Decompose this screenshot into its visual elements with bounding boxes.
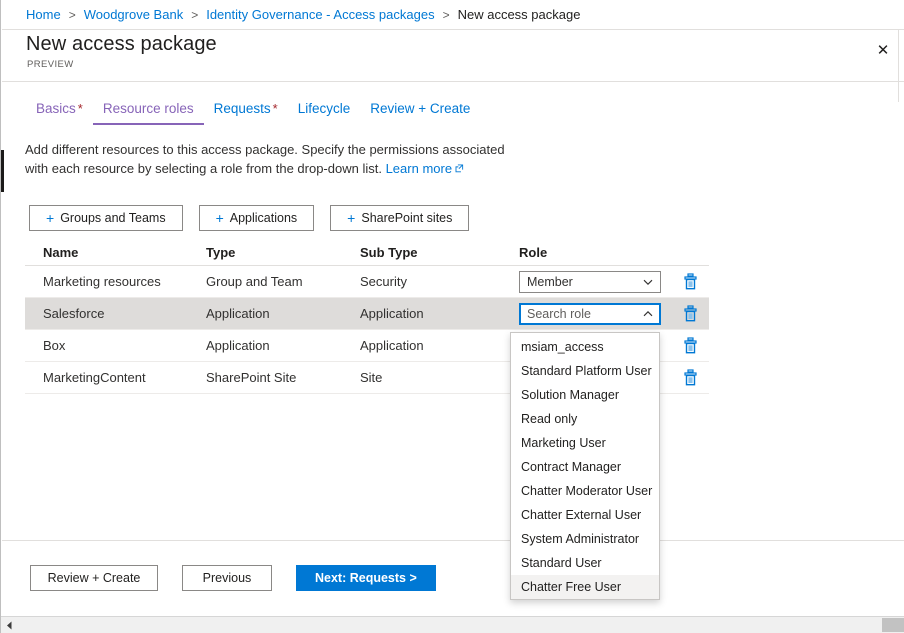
cell-sub-type: Application xyxy=(360,338,519,353)
caret-left-icon[interactable] xyxy=(1,617,18,633)
tab-resource-roles[interactable]: Resource roles xyxy=(93,99,204,125)
learn-more-label: Learn more xyxy=(386,161,452,176)
role-search-input-salesforce[interactable]: Search role xyxy=(519,303,661,325)
role-option-solution-manager[interactable]: Solution Manager xyxy=(511,383,659,407)
role-option-chatter-external-user[interactable]: Chatter External User xyxy=(511,503,659,527)
cell-type: Group and Team xyxy=(206,274,360,289)
role-select-marketing-resources[interactable]: Member xyxy=(519,271,661,293)
wizard-footer: Review + Create Previous Next: Requests … xyxy=(30,565,436,591)
add-sharepoint-sites-button[interactable]: + SharePoint sites xyxy=(330,205,469,231)
role-option-marketing-user[interactable]: Marketing User xyxy=(511,431,659,455)
chevron-up-icon[interactable] xyxy=(642,308,654,320)
role-dropdown-list: msiam_access Standard Platform User Solu… xyxy=(510,332,660,600)
column-header-sub-type: Sub Type xyxy=(360,245,519,260)
role-select-value: Member xyxy=(527,275,642,289)
footer-divider xyxy=(2,540,904,541)
role-option-read-only[interactable]: Read only xyxy=(511,407,659,431)
required-asterisk: * xyxy=(273,101,278,116)
cell-actions xyxy=(667,271,707,293)
tab-requests-label: Requests xyxy=(214,101,271,116)
table-header-row: Name Type Sub Type Role xyxy=(25,240,709,266)
section-description: Add different resources to this access p… xyxy=(25,140,505,178)
blade-edge-marker xyxy=(1,150,4,192)
plus-icon: + xyxy=(46,211,54,225)
table-row[interactable]: Marketing resources Group and Team Secur… xyxy=(25,266,709,298)
learn-more-link[interactable]: Learn more xyxy=(386,161,464,176)
breadcrumb-item-woodgrove-bank[interactable]: Woodgrove Bank xyxy=(84,7,184,22)
plus-icon: + xyxy=(216,211,224,225)
cell-role: Search role xyxy=(519,303,667,325)
access-package-blade: Home > Woodgrove Bank > Identity Governa… xyxy=(0,0,904,633)
tab-review-create-label: Review + Create xyxy=(370,101,470,116)
add-applications-button[interactable]: + Applications xyxy=(199,205,315,231)
tab-strip-divider xyxy=(25,29,875,30)
breadcrumb-item-current: New access package xyxy=(458,7,581,22)
cell-name: Box xyxy=(43,338,206,353)
cell-sub-type: Application xyxy=(360,306,519,321)
breadcrumb-separator: > xyxy=(191,8,198,22)
blade-header: New access package PREVIEW ✕ xyxy=(2,30,904,82)
role-option-standard-platform-user[interactable]: Standard Platform User xyxy=(511,359,659,383)
role-option-msiam-access[interactable]: msiam_access xyxy=(511,335,659,359)
review-create-button[interactable]: Review + Create xyxy=(30,565,158,591)
scrollbar-thumb[interactable] xyxy=(882,618,904,632)
page-title: New access package xyxy=(26,33,217,56)
role-option-contract-manager[interactable]: Contract Manager xyxy=(511,455,659,479)
role-option-chatter-free-user[interactable]: Chatter Free User xyxy=(511,575,659,599)
chevron-down-icon xyxy=(642,276,654,288)
table-row[interactable]: Salesforce Application Application Searc… xyxy=(25,298,709,330)
trash-icon[interactable] xyxy=(679,271,701,293)
required-asterisk: * xyxy=(78,101,83,116)
preview-badge: PREVIEW xyxy=(27,59,74,70)
tab-basics-label: Basics xyxy=(36,101,76,116)
trash-icon[interactable] xyxy=(679,367,701,389)
next-requests-button[interactable]: Next: Requests > xyxy=(296,565,436,591)
close-icon[interactable]: ✕ xyxy=(866,33,900,67)
trash-icon[interactable] xyxy=(679,303,701,325)
tab-requests[interactable]: Requests* xyxy=(204,99,288,125)
cell-actions xyxy=(667,303,707,325)
add-resource-toolbar: + Groups and Teams + Applications + SharePo… xyxy=(29,205,469,231)
trash-icon[interactable] xyxy=(679,335,701,357)
plus-icon: + xyxy=(347,211,355,225)
tab-resource-roles-label: Resource roles xyxy=(103,101,194,116)
cell-role: Member xyxy=(519,271,667,293)
cell-sub-type: Security xyxy=(360,274,519,289)
add-sharepoint-sites-label: SharePoint sites xyxy=(361,211,452,225)
cell-actions xyxy=(667,335,707,357)
breadcrumb-separator: > xyxy=(443,8,450,22)
tab-basics[interactable]: Basics* xyxy=(26,99,93,125)
tab-lifecycle-label: Lifecycle xyxy=(298,101,351,116)
column-header-role: Role xyxy=(519,245,667,260)
cell-name: MarketingContent xyxy=(43,370,206,385)
column-header-type: Type xyxy=(206,245,360,260)
breadcrumb-item-home[interactable]: Home xyxy=(26,7,61,22)
breadcrumb: Home > Woodgrove Bank > Identity Governa… xyxy=(2,0,904,30)
add-groups-and-teams-label: Groups and Teams xyxy=(60,211,165,225)
tab-lifecycle[interactable]: Lifecycle xyxy=(288,99,361,125)
wizard-tabs: Basics* Resource roles Requests* Lifecyc… xyxy=(2,99,904,129)
cell-name: Marketing resources xyxy=(43,274,206,289)
cell-sub-type: Site xyxy=(360,370,519,385)
cell-type: Application xyxy=(206,306,360,321)
add-applications-label: Applications xyxy=(230,211,297,225)
cell-type: SharePoint Site xyxy=(206,370,360,385)
header-divider xyxy=(898,30,899,102)
column-header-name: Name xyxy=(43,245,206,260)
role-search-placeholder: Search role xyxy=(527,307,642,321)
previous-button[interactable]: Previous xyxy=(182,565,272,591)
scrollbar-track[interactable] xyxy=(18,617,888,633)
external-link-icon xyxy=(455,159,464,178)
role-option-chatter-moderator-user[interactable]: Chatter Moderator User xyxy=(511,479,659,503)
role-option-standard-user[interactable]: Standard User xyxy=(511,551,659,575)
tab-review-create[interactable]: Review + Create xyxy=(360,99,480,125)
role-option-system-administrator[interactable]: System Administrator xyxy=(511,527,659,551)
cell-actions xyxy=(667,367,707,389)
cell-type: Application xyxy=(206,338,360,353)
horizontal-scrollbar[interactable] xyxy=(1,616,904,633)
breadcrumb-separator: > xyxy=(69,8,76,22)
cell-name: Salesforce xyxy=(43,306,206,321)
add-groups-and-teams-button[interactable]: + Groups and Teams xyxy=(29,205,183,231)
breadcrumb-item-identity-governance[interactable]: Identity Governance - Access packages xyxy=(206,7,434,22)
